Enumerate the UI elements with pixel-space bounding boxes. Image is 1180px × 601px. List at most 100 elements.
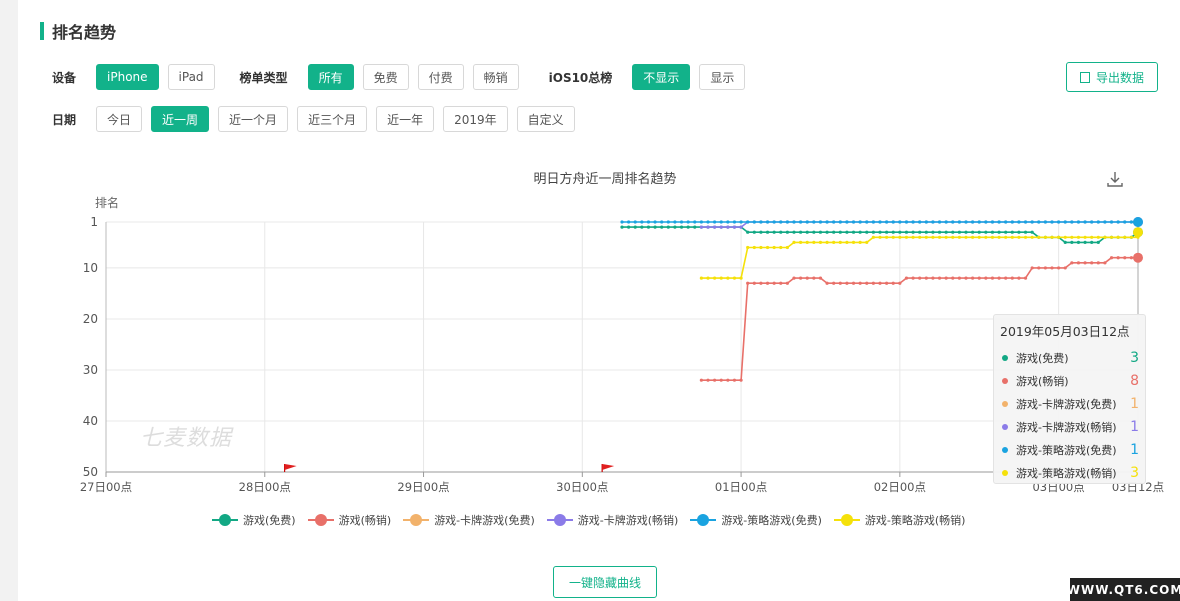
legend-item[interactable]: 游戏-卡牌游戏(畅销): [546, 512, 679, 528]
data-point: [1116, 256, 1120, 260]
data-point: [660, 220, 664, 224]
tooltip-row: 游戏(畅销) 8: [1000, 369, 1139, 392]
tooltip-series-name: 游戏-策略游戏(畅销): [1016, 466, 1117, 480]
data-point: [957, 235, 961, 239]
data-point: [739, 378, 743, 382]
y-tick-label: 1: [90, 215, 98, 229]
data-point: [832, 230, 836, 234]
legend-item[interactable]: 游戏-卡牌游戏(免费): [403, 512, 535, 528]
data-point: [713, 220, 717, 224]
data-point: [957, 276, 961, 280]
data-point: [904, 235, 909, 239]
series-end-point: [1133, 227, 1143, 238]
data-point: [825, 240, 829, 245]
data-point: [845, 220, 849, 224]
y-tick-label: 30: [83, 363, 98, 377]
data-point: [871, 235, 875, 239]
data-point: [898, 281, 902, 285]
tooltip-series-value: 3: [1130, 349, 1139, 366]
tooltip-series-value: 8: [1130, 372, 1139, 389]
data-point: [799, 240, 803, 245]
data-point: [951, 235, 955, 239]
legend-item[interactable]: 游戏(畅销): [307, 512, 391, 528]
data-point: [812, 230, 816, 234]
data-point: [752, 281, 756, 285]
data-point: [1096, 240, 1100, 245]
x-tick-label: 30日00点: [556, 480, 608, 494]
data-point: [719, 378, 723, 382]
data-point: [759, 220, 763, 224]
data-point: [1030, 266, 1034, 270]
data-point: [765, 245, 770, 250]
data-point: [620, 225, 624, 229]
data-point: [1050, 266, 1054, 270]
data-point: [904, 220, 909, 224]
data-point: [997, 230, 1001, 234]
data-point: [1023, 230, 1028, 234]
data-point: [1010, 230, 1014, 234]
data-point: [732, 225, 737, 229]
data-point: [931, 220, 935, 224]
data-point: [620, 220, 624, 224]
data-point: [818, 240, 823, 245]
data-point: [653, 225, 657, 229]
data-point: [752, 230, 756, 234]
data-point: [1123, 256, 1127, 260]
legend-label: 游戏-卡牌游戏(免费): [434, 514, 535, 527]
data-point: [765, 230, 770, 234]
legend-item[interactable]: 游戏-策略游戏(畅销): [833, 512, 966, 528]
data-point: [951, 276, 955, 280]
data-point: [772, 220, 776, 224]
tooltip-row: 游戏(免费) 3: [1000, 346, 1139, 369]
tooltip-series-name: 游戏-策略游戏(免费): [1016, 443, 1117, 457]
data-point: [1010, 235, 1014, 239]
data-point: [752, 220, 756, 224]
hide-curves-button[interactable]: 一键隐藏曲线: [553, 566, 657, 598]
legend-item[interactable]: 游戏(免费): [212, 512, 296, 528]
data-point: [858, 230, 862, 234]
data-point: [931, 230, 935, 234]
data-point: [759, 230, 763, 234]
data-point: [1096, 220, 1100, 224]
data-point: [865, 220, 869, 224]
data-point: [666, 225, 670, 229]
data-point: [1123, 220, 1127, 224]
data-point: [1070, 240, 1074, 245]
data-point: [1090, 220, 1094, 224]
legend-label: 游戏-策略游戏(免费): [721, 514, 822, 527]
data-point: [904, 276, 909, 280]
data-point: [1090, 235, 1094, 239]
event-flag-icon: [602, 464, 615, 470]
data-point: [851, 281, 856, 285]
data-point: [1083, 240, 1087, 245]
data-point: [779, 220, 783, 224]
data-point: [1103, 220, 1107, 224]
x-tick-label: 27日00点: [80, 480, 132, 494]
data-point: [785, 230, 789, 234]
data-point: [951, 220, 955, 224]
tooltip-row: 游戏-策略游戏(免费) 1: [1000, 438, 1139, 461]
data-point: [845, 281, 849, 285]
data-point: [997, 220, 1001, 224]
data-point: [812, 240, 816, 245]
legend-label: 游戏(免费): [243, 514, 296, 527]
data-point: [759, 281, 763, 285]
data-point: [944, 235, 948, 239]
data-point: [1070, 261, 1074, 265]
data-point: [871, 220, 875, 224]
tooltip-series-name: 游戏-卡牌游戏(畅销): [1016, 420, 1117, 434]
data-point: [1129, 235, 1133, 239]
data-point: [832, 240, 836, 245]
data-point: [719, 276, 723, 280]
legend-label: 游戏-卡牌游戏(畅销): [577, 514, 679, 527]
data-point: [977, 235, 981, 239]
legend-item[interactable]: 游戏-策略游戏(免费): [690, 512, 822, 528]
tooltip-series-dot: [1002, 354, 1008, 361]
data-point: [1083, 235, 1087, 239]
data-point: [871, 281, 875, 285]
data-point: [713, 378, 717, 382]
data-point: [911, 276, 915, 280]
data-point: [1063, 240, 1067, 245]
data-point: [1043, 235, 1047, 239]
legend-label: 游戏-策略游戏(畅销): [864, 514, 966, 527]
